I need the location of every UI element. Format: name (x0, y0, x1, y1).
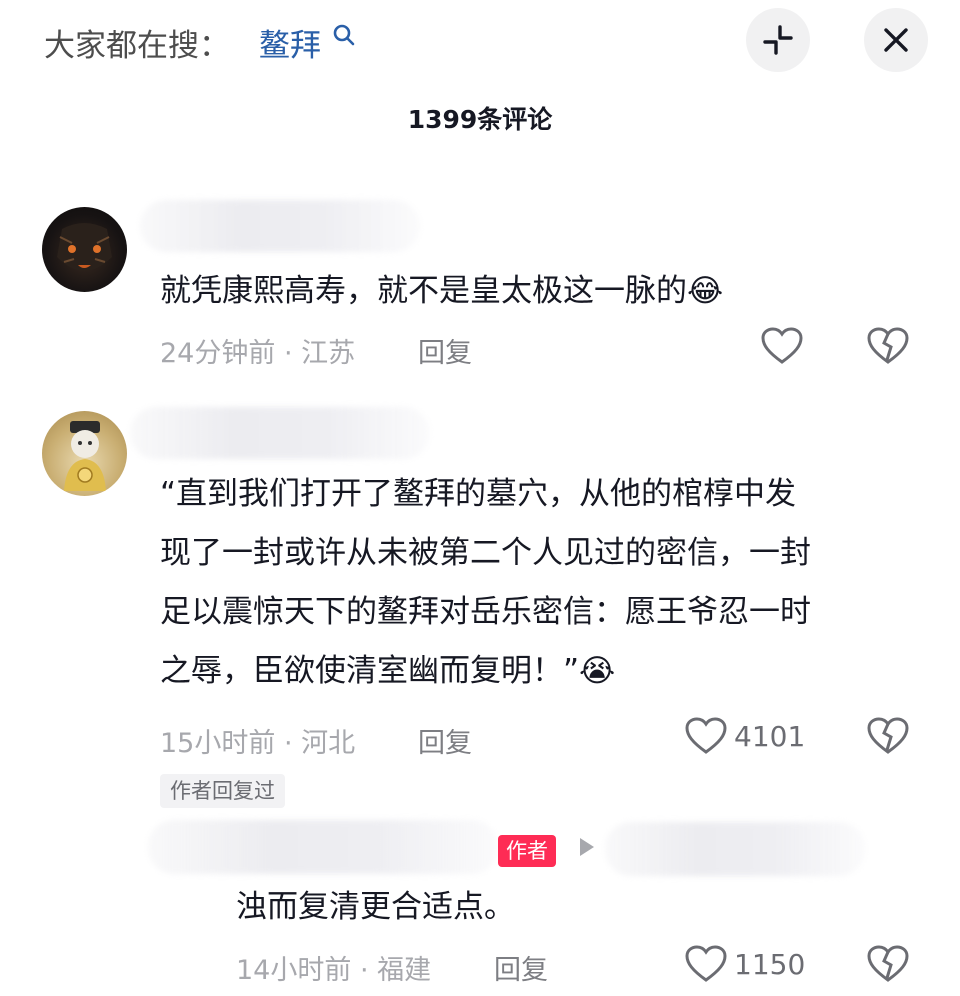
reply-to-arrow-icon (580, 838, 594, 856)
collapse-icon (763, 25, 793, 55)
heart-icon[interactable] (684, 944, 728, 984)
heart-icon[interactable] (684, 716, 728, 756)
comment-line: 现了一封或许从未被第二个人见过的密信，一封 (160, 535, 811, 571)
reply-time-location: 14小时前 · 福建 (236, 955, 432, 986)
broken-heart-icon[interactable] (866, 326, 910, 366)
broken-heart-icon[interactable] (866, 944, 910, 984)
comment-line: “直到我们打开了鳌拜的墓穴，从他的棺椁中发 (160, 476, 797, 512)
collapse-button[interactable] (746, 8, 810, 72)
comment-time-location: 24分钟前 · 江苏 (160, 338, 356, 369)
username-blurred[interactable] (140, 200, 420, 252)
reply-button[interactable]: 回复 (494, 948, 548, 987)
avatar[interactable] (42, 411, 127, 496)
search-suggestion-prefix: 大家都在搜： (44, 28, 230, 64)
heart-icon[interactable] (760, 326, 804, 366)
comment-text: “直到我们打开了鳌拜的墓穴，从他的棺椁中发 现了一封或许从未被第二个人见过的密信… (160, 465, 811, 701)
reply-text: 浊而复清更合适点。 (236, 889, 515, 925)
broken-heart-icon[interactable] (866, 716, 910, 756)
comment-text: 就凭康熙高寿，就不是皇太极这一脉的😂 (160, 273, 724, 309)
comments-count-title: 1399条评论 (407, 105, 553, 134)
comment-time-location: 15小时前 · 河北 (160, 728, 356, 759)
reply-button[interactable]: 回复 (418, 721, 472, 760)
author-replied-tag: 作者回复过 (160, 774, 285, 808)
cat-avatar-image (64, 421, 106, 491)
close-button[interactable] (864, 8, 928, 72)
search-suggestion-term[interactable]: 鳌拜 (259, 20, 321, 65)
tiger-avatar-image (57, 223, 112, 271)
search-icon[interactable] (331, 23, 357, 49)
top-bar: 大家都在搜： 鳌拜 (0, 0, 960, 82)
replied-to-username-blurred[interactable] (605, 822, 865, 876)
comment-line: 足以震惊天下的鳌拜对岳乐密信：愿王爷忍一时 (160, 594, 811, 630)
avatar[interactable] (42, 207, 127, 292)
like-count: 1150 (734, 948, 806, 981)
reply-username-blurred[interactable] (148, 820, 498, 874)
username-blurred[interactable] (130, 407, 430, 459)
author-badge: 作者 (498, 835, 556, 867)
like-count: 4101 (734, 720, 806, 753)
close-icon (884, 28, 908, 52)
reply-button[interactable]: 回复 (418, 331, 472, 370)
comment-line: 之辱，臣欲使清室幽而复明！”😭 (160, 653, 616, 689)
